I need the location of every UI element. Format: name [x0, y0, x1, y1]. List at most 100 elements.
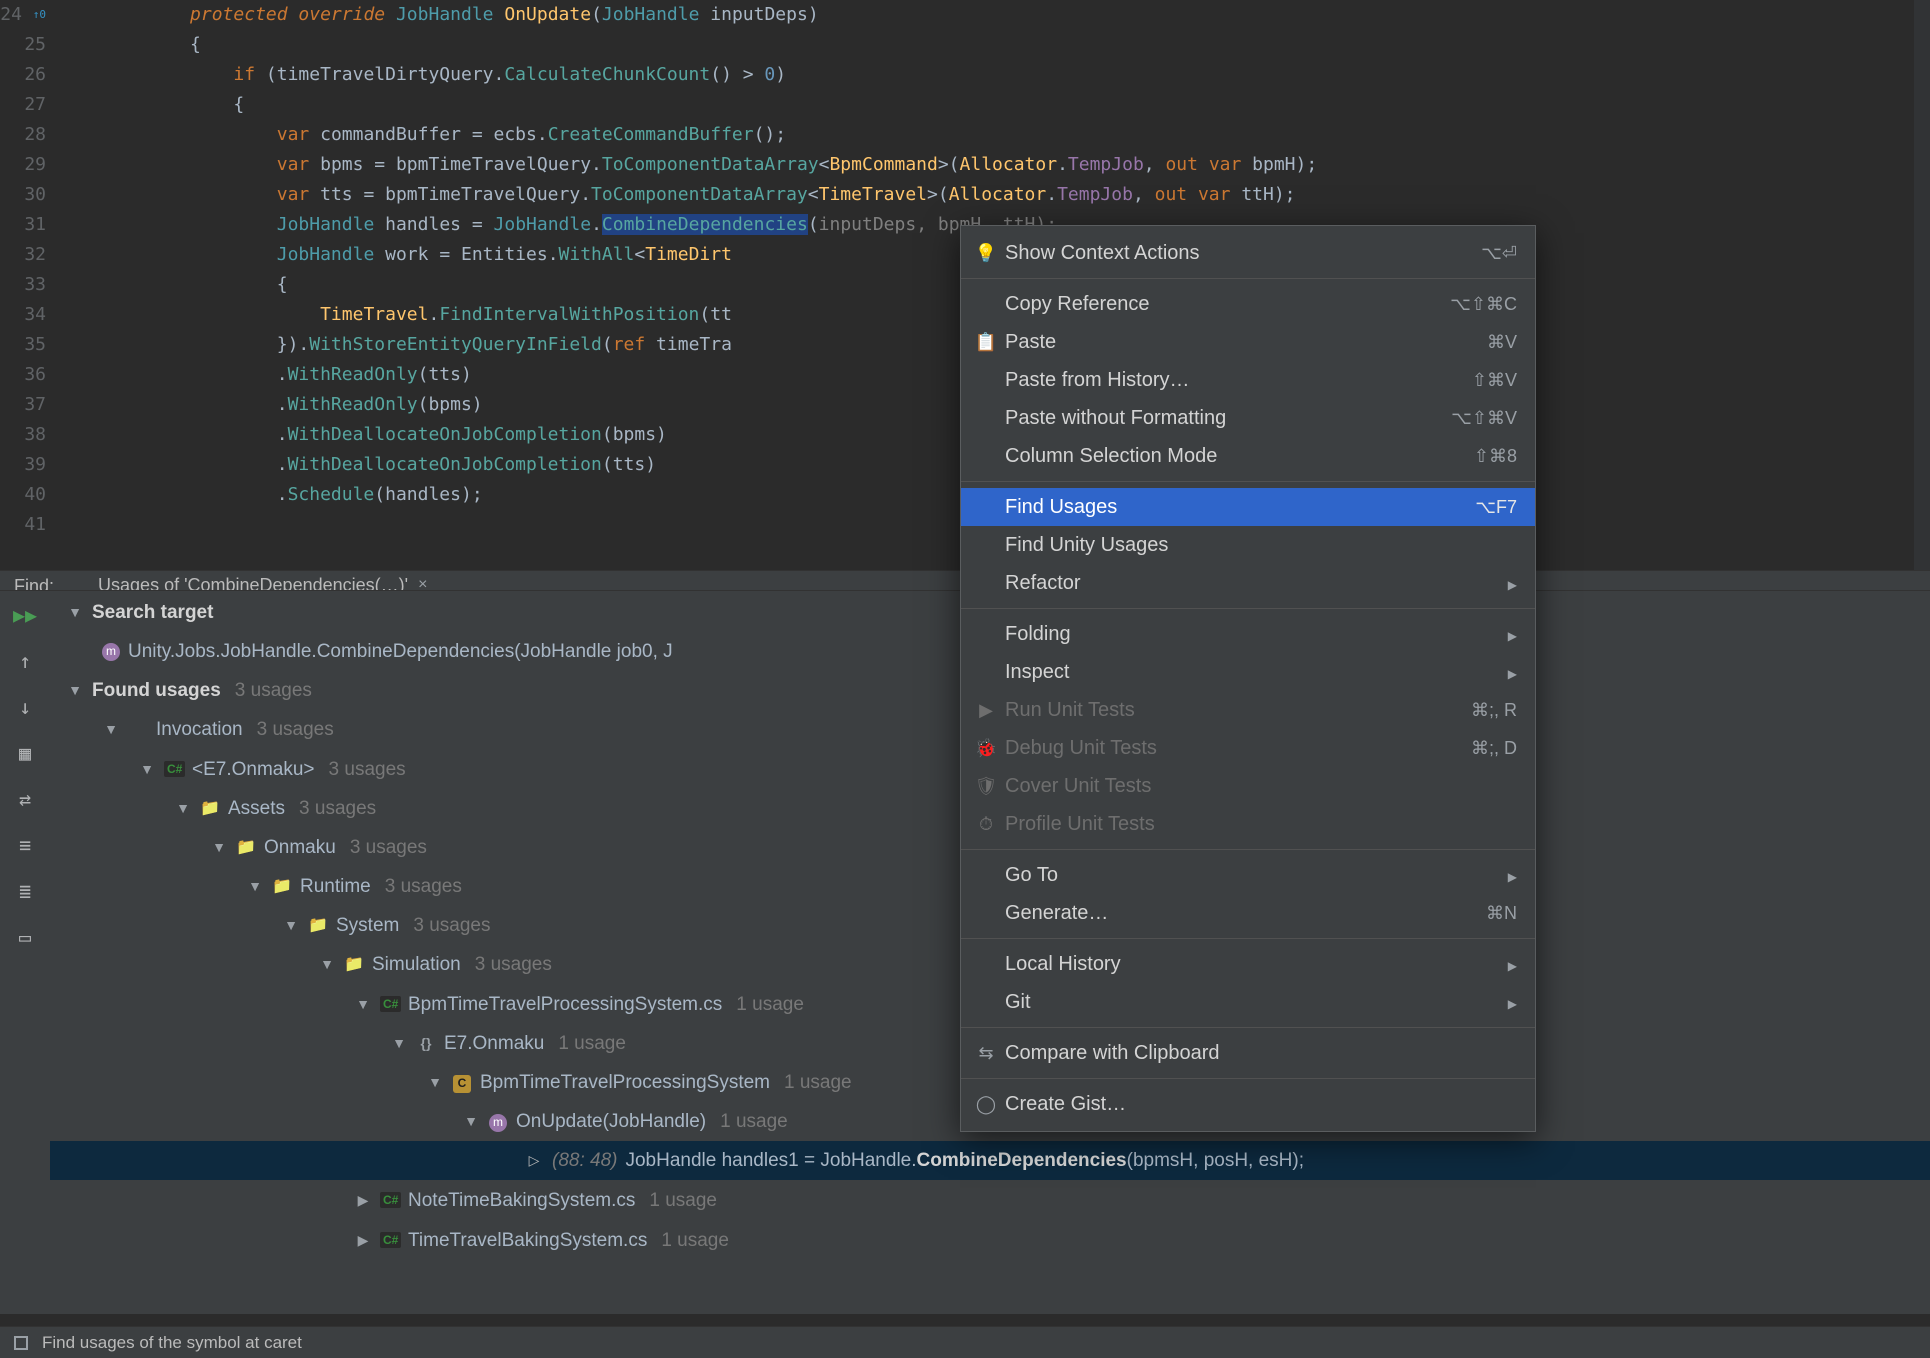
usage-count: 1 usage — [736, 985, 804, 1024]
menu-shortcut: ⌥F7 — [1437, 497, 1517, 518]
menu-item-find-unity-usages[interactable]: Find Unity Usages — [961, 526, 1535, 564]
usage-count: 3 usages — [413, 906, 490, 945]
chevron-down-icon[interactable] — [318, 945, 336, 984]
usage-count: 3 usages — [257, 710, 334, 749]
filter-icon[interactable]: ≣ — [19, 879, 31, 903]
run-icon: ▶ — [971, 700, 1001, 721]
menu-item-label: Show Context Actions — [1001, 242, 1437, 265]
usage-count: 3 usages — [299, 789, 376, 828]
editor-scrollbar[interactable] — [1914, 0, 1930, 570]
line-number: 27 — [0, 90, 46, 120]
line-number: 36 — [0, 360, 46, 390]
tree-label: TimeTravelBakingSystem.cs — [408, 1221, 647, 1260]
tree-label: System — [336, 906, 399, 945]
code-line[interactable]: if (timeTravelDirtyQuery.CalculateChunkC… — [60, 60, 1930, 90]
menu-item-label: Find Usages — [1001, 496, 1437, 519]
menu-item-paste-without-formatting[interactable]: Paste without Formatting⌥⇧⌘V — [961, 399, 1535, 437]
status-indicator-icon — [14, 1336, 28, 1350]
code-line[interactable]: var commandBuffer = ecbs.CreateCommandBu… — [60, 120, 1930, 150]
line-number: 28 — [0, 120, 46, 150]
chevron-right-icon[interactable] — [354, 1221, 372, 1260]
autoscroll-icon[interactable]: ≡ — [19, 833, 31, 857]
code-line[interactable]: { — [60, 90, 1930, 120]
menu-item-refactor[interactable]: Refactor — [961, 564, 1535, 602]
menu-item-debug-unit-tests: 🐞Debug Unit Tests⌘;, D — [961, 729, 1535, 767]
usage-count: 1 usage — [784, 1063, 852, 1102]
menu-item-column-selection-mode[interactable]: Column Selection Mode⇧⌘8 — [961, 437, 1535, 475]
usage-location: (88: 48) — [552, 1141, 617, 1180]
chevron-down-icon[interactable] — [174, 789, 192, 828]
chevron-down-icon[interactable] — [426, 1063, 444, 1102]
code-line[interactable]: var bpms = bpmTimeTravelQuery.ToComponen… — [60, 150, 1930, 180]
line-number: 29 — [0, 150, 46, 180]
chevron-down-icon[interactable] — [282, 906, 300, 945]
menu-item-label: Paste — [1001, 331, 1437, 354]
line-number: 41 — [0, 510, 46, 540]
group-icon[interactable]: ▦ — [19, 741, 31, 765]
menu-separator — [961, 608, 1535, 609]
code-line[interactable]: { — [60, 30, 1930, 60]
menu-item-show-context-actions[interactable]: 💡Show Context Actions⌥⏎ — [961, 234, 1535, 272]
chevron-down-icon[interactable] — [246, 867, 264, 906]
csharp-file-icon: C# — [380, 984, 400, 1024]
prev-occurrence-icon[interactable]: ↑ — [19, 649, 31, 673]
tree-row[interactable]: C#NoteTimeBakingSystem.cs1 usage — [50, 1180, 1930, 1220]
chevron-down-icon[interactable] — [390, 1024, 408, 1063]
submenu-arrow-icon — [1437, 573, 1517, 594]
usage-count: 1 usage — [720, 1102, 788, 1141]
menu-item-go-to[interactable]: Go To — [961, 856, 1535, 894]
menu-item-copy-reference[interactable]: Copy Reference⌥⇧⌘C — [961, 285, 1535, 323]
tree-label: NoteTimeBakingSystem.cs — [408, 1181, 635, 1220]
menu-item-folding[interactable]: Folding — [961, 615, 1535, 653]
chevron-down-icon[interactable] — [66, 593, 84, 632]
menu-item-label: Paste without Formatting — [1001, 407, 1437, 430]
line-number: 40 — [0, 480, 46, 510]
usage-count: 3 usages — [475, 945, 552, 984]
tree-label: OnUpdate(JobHandle) — [516, 1102, 706, 1141]
rerun-icon[interactable]: ▶▶ — [13, 603, 37, 627]
layout-icon[interactable]: ▭ — [19, 925, 31, 949]
menu-item-label: Folding — [1001, 623, 1437, 646]
chevron-down-icon[interactable] — [354, 985, 372, 1024]
menu-item-local-history[interactable]: Local History — [961, 945, 1535, 983]
folder-icon — [308, 906, 328, 945]
tree-row[interactable]: ▷(88: 48) JobHandle handles1 = JobHandle… — [50, 1141, 1930, 1180]
chevron-down-icon[interactable] — [66, 671, 84, 710]
menu-item-paste-from-history[interactable]: Paste from History…⇧⌘V — [961, 361, 1535, 399]
chevron-down-icon[interactable] — [210, 828, 228, 867]
chevron-down-icon[interactable] — [462, 1102, 480, 1141]
submenu-arrow-icon — [1437, 624, 1517, 645]
chevron-down-icon[interactable] — [138, 750, 156, 789]
menu-item-generate[interactable]: Generate…⌘N — [961, 894, 1535, 932]
chevron-down-icon[interactable] — [102, 710, 120, 749]
menu-item-find-usages[interactable]: Find Usages⌥F7 — [961, 488, 1535, 526]
tree-label: Assets — [228, 789, 285, 828]
menu-item-compare-with-clipboard[interactable]: ⇆Compare with Clipboard — [961, 1034, 1535, 1072]
tree-row[interactable]: C#TimeTravelBakingSystem.cs1 usage — [50, 1220, 1930, 1260]
find-side-toolbar: ▶▶ ↑ ↓ ▦ ⇄ ≡ ≣ ▭ — [0, 591, 50, 1314]
menu-item-git[interactable]: Git — [961, 983, 1535, 1021]
context-menu[interactable]: 💡Show Context Actions⌥⏎ Copy Reference⌥⇧⌘… — [960, 225, 1536, 1132]
diff-icon[interactable]: ⇄ — [19, 787, 31, 811]
line-number: 39 — [0, 450, 46, 480]
menu-item-create-gist[interactable]: ◯Create Gist… — [961, 1085, 1535, 1123]
menu-shortcut: ⌘;, R — [1437, 700, 1517, 721]
tree-label: BpmTimeTravelProcessingSystem.cs — [408, 985, 722, 1024]
menu-item-inspect[interactable]: Inspect — [961, 653, 1535, 691]
tree-label: Onmaku — [264, 828, 336, 867]
menu-separator — [961, 849, 1535, 850]
csharp-file-icon: C# — [164, 749, 184, 789]
code-line[interactable]: protected override JobHandle OnUpdate(Jo… — [60, 0, 1930, 30]
menu-shortcut: ⇧⌘8 — [1437, 446, 1517, 467]
code-line[interactable]: var tts = bpmTimeTravelQuery.ToComponent… — [60, 180, 1930, 210]
line-number: 31 — [0, 210, 46, 240]
navigate-icon: ▷ — [524, 1141, 544, 1180]
tree-label: Simulation — [372, 945, 461, 984]
menu-item-paste[interactable]: 📋Paste⌘V — [961, 323, 1535, 361]
create-icon: ◯ — [971, 1094, 1001, 1115]
tree-label: Runtime — [300, 867, 371, 906]
menu-shortcut: ⇧⌘V — [1437, 370, 1517, 391]
chevron-right-icon[interactable] — [354, 1181, 372, 1220]
submenu-arrow-icon — [1437, 954, 1517, 975]
next-occurrence-icon[interactable]: ↓ — [19, 695, 31, 719]
